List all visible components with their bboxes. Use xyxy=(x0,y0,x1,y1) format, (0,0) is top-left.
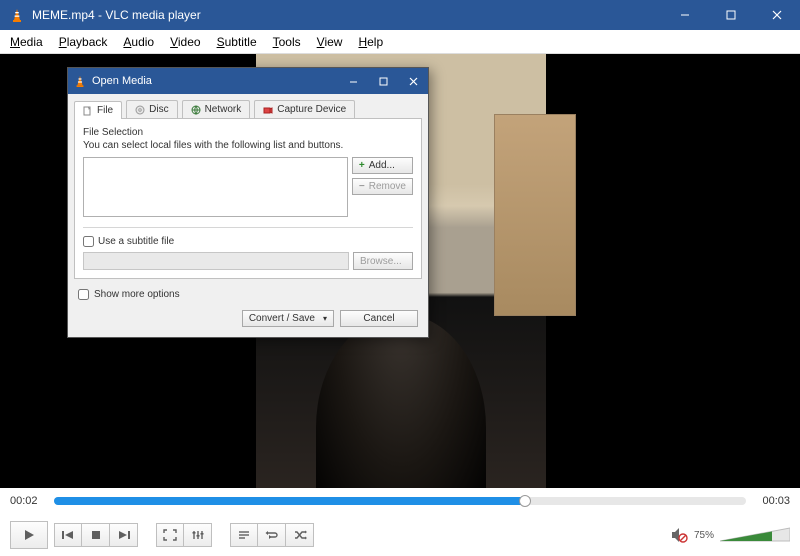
network-icon xyxy=(191,105,201,115)
window-minimize-button[interactable] xyxy=(662,0,708,30)
cancel-button[interactable]: Cancel xyxy=(340,310,418,327)
next-button[interactable] xyxy=(110,523,138,547)
plus-icon: + xyxy=(359,160,365,171)
file-selection-label: File Selection xyxy=(83,127,413,138)
vlc-cone-icon xyxy=(10,8,24,22)
tab-network[interactable]: Network xyxy=(182,100,251,118)
menu-video[interactable]: Video xyxy=(170,35,200,49)
volume-percent: 75% xyxy=(694,530,714,541)
window-close-button[interactable] xyxy=(754,0,800,30)
controls-bar: 75% xyxy=(0,514,800,556)
disc-icon xyxy=(135,105,145,115)
dialog-title: Open Media xyxy=(92,75,152,87)
extended-settings-button[interactable] xyxy=(184,523,212,547)
menu-subtitle[interactable]: Subtitle xyxy=(217,35,257,49)
show-more-options-label: Show more options xyxy=(94,289,180,300)
volume-slider[interactable] xyxy=(720,526,790,544)
browse-button[interactable]: Browse... xyxy=(353,252,413,270)
convert-save-button[interactable]: Convert / Save ▾ xyxy=(242,310,334,327)
seek-fill xyxy=(54,497,525,505)
file-panel: File Selection You can select local file… xyxy=(74,118,422,279)
open-media-dialog: Open Media File Disc Network Ca xyxy=(67,67,429,338)
play-button[interactable] xyxy=(10,521,48,549)
use-subtitle-label: Use a subtitle file xyxy=(98,236,174,247)
mute-button[interactable] xyxy=(670,526,688,544)
seek-track[interactable] xyxy=(54,497,746,505)
chevron-down-icon: ▾ xyxy=(323,314,327,323)
volume-control: 75% xyxy=(670,526,790,544)
window-titlebar: MEME.mp4 - VLC media player xyxy=(0,0,800,30)
show-more-options-checkbox[interactable] xyxy=(78,289,89,300)
tab-file[interactable]: File xyxy=(74,101,122,119)
vlc-cone-icon xyxy=(74,75,86,87)
file-icon xyxy=(83,106,93,116)
tab-capture[interactable]: Capture Device xyxy=(254,100,355,118)
seek-bar: 00:02 00:03 xyxy=(0,488,800,514)
menu-media[interactable]: Media xyxy=(10,35,43,49)
menu-tools[interactable]: Tools xyxy=(273,35,301,49)
video-area[interactable]: Open Media File Disc Network Ca xyxy=(0,54,800,488)
window-maximize-button[interactable] xyxy=(708,0,754,30)
capture-icon xyxy=(263,105,273,115)
file-selection-hint: You can select local files with the foll… xyxy=(83,140,413,151)
dialog-close-button[interactable] xyxy=(398,68,428,94)
remove-button[interactable]: −Remove xyxy=(352,178,413,195)
menu-playback[interactable]: Playback xyxy=(59,35,108,49)
subtitle-path-field xyxy=(83,252,349,270)
minus-icon: − xyxy=(359,181,365,192)
tab-disc[interactable]: Disc xyxy=(126,100,177,118)
menu-view[interactable]: View xyxy=(317,35,343,49)
fullscreen-button[interactable] xyxy=(156,523,184,547)
seek-knob[interactable] xyxy=(519,495,531,507)
loop-button[interactable] xyxy=(258,523,286,547)
separator xyxy=(83,227,413,228)
dialog-minimize-button[interactable] xyxy=(338,68,368,94)
shuffle-button[interactable] xyxy=(286,523,314,547)
elapsed-time[interactable]: 00:02 xyxy=(10,495,46,507)
window-title: MEME.mp4 - VLC media player xyxy=(32,8,201,22)
menubar: Media Playback Audio Video Subtitle Tool… xyxy=(0,30,800,54)
dialog-maximize-button[interactable] xyxy=(368,68,398,94)
playlist-button[interactable] xyxy=(230,523,258,547)
previous-button[interactable] xyxy=(54,523,82,547)
dialog-titlebar: Open Media xyxy=(68,68,428,94)
menu-help[interactable]: Help xyxy=(358,35,383,49)
use-subtitle-checkbox[interactable] xyxy=(83,236,94,247)
file-list[interactable] xyxy=(83,157,348,217)
stop-button[interactable] xyxy=(82,523,110,547)
total-time[interactable]: 00:03 xyxy=(754,495,790,507)
add-button[interactable]: +Add... xyxy=(352,157,413,174)
menu-audio[interactable]: Audio xyxy=(123,35,154,49)
dialog-tabs: File Disc Network Capture Device xyxy=(68,94,428,118)
